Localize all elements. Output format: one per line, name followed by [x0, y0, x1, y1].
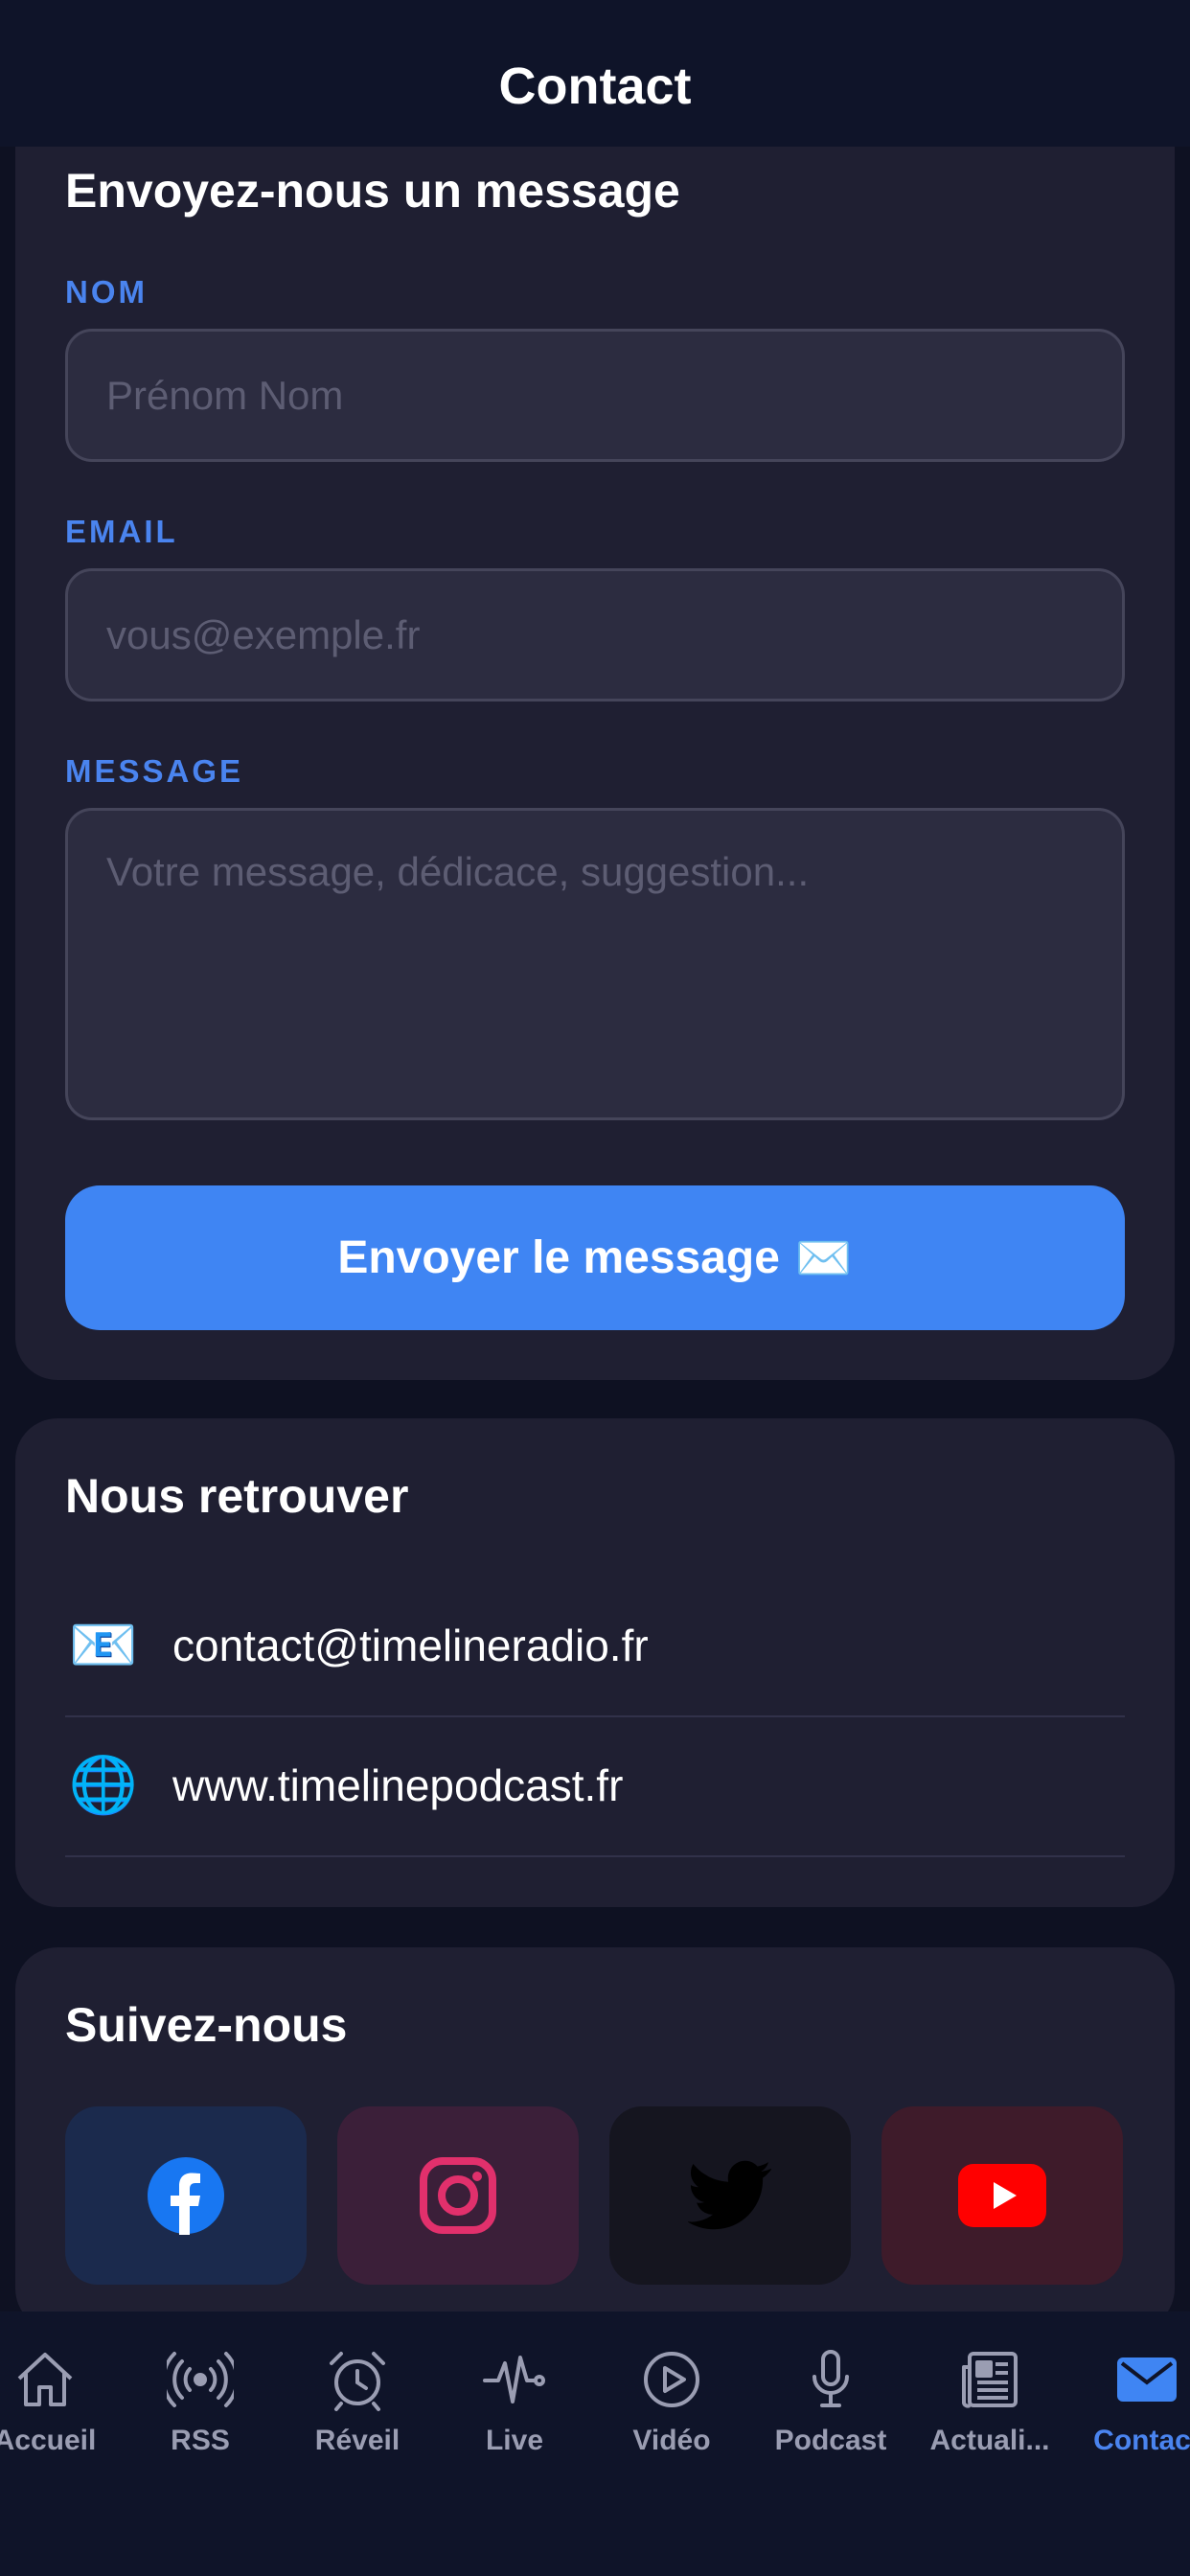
youtube-icon: [958, 2164, 1046, 2227]
contact-website-text: www.timelinepodcast.fr: [172, 1760, 624, 1810]
tab-rss[interactable]: RSS: [119, 2346, 282, 2480]
twitter-button[interactable]: [609, 2106, 851, 2285]
email-icon: 📧: [68, 1614, 139, 1676]
tab-label: Live: [485, 2425, 544, 2456]
form-title: Envoyez-nous un message: [65, 164, 680, 218]
contact-email-text: contact@timelineradio.fr: [172, 1621, 649, 1670]
find-us-card: Nous retrouver 📧 contact@timelineradio.f…: [15, 1418, 1175, 1907]
message-placeholder: Votre message, dédicace, suggestion...: [106, 849, 810, 894]
globe-icon: 🌐: [68, 1754, 139, 1816]
email-placeholder: vous@exemple.fr: [106, 611, 421, 657]
instagram-button[interactable]: [337, 2106, 579, 2285]
tab-actualites[interactable]: Actuali...: [908, 2346, 1071, 2480]
tab-live[interactable]: Live: [433, 2346, 596, 2480]
facebook-icon: [148, 2157, 224, 2235]
broadcast-icon: [167, 2352, 234, 2407]
name-input[interactable]: Prénom Nom: [65, 329, 1125, 462]
envelope-icon: [1117, 2358, 1177, 2402]
header-bar: Contact: [0, 0, 1190, 147]
website-contact-row[interactable]: 🌐 www.timelinepodcast.fr: [65, 1715, 1125, 1857]
newspaper-icon: [962, 2352, 1018, 2408]
tab-label: Podcast: [774, 2425, 887, 2456]
envelope-emoji-icon: ✉️: [794, 1233, 853, 1284]
send-button-label: Envoyer le message: [337, 1232, 780, 1283]
tab-label: Vidéo: [632, 2425, 711, 2456]
email-contact-row[interactable]: 📧 contact@timelineradio.fr: [65, 1576, 1125, 1717]
home-icon: [17, 2353, 73, 2406]
pulse-icon: [483, 2356, 545, 2404]
tab-label: RSS: [171, 2425, 230, 2456]
follow-us-card: Suivez-nous: [15, 1947, 1175, 2331]
youtube-button[interactable]: [881, 2106, 1123, 2285]
name-label: NOM: [65, 274, 148, 310]
tab-accueil[interactable]: Accueil: [0, 2346, 126, 2480]
facebook-button[interactable]: [65, 2106, 307, 2285]
name-placeholder: Prénom Nom: [106, 372, 344, 418]
bottom-tab-bar: Accueil RSS Réveil Live Vidéo Podcast Ac…: [0, 2312, 1190, 2576]
tab-contact[interactable]: Contact: [1065, 2346, 1190, 2480]
email-label: EMAIL: [65, 514, 178, 549]
send-message-button[interactable]: Envoyer le message ✉️: [65, 1185, 1125, 1330]
tab-video[interactable]: Vidéo: [590, 2346, 753, 2480]
tab-label: Réveil: [314, 2425, 400, 2456]
tab-label: Actuali...: [929, 2425, 1050, 2456]
tab-podcast[interactable]: Podcast: [749, 2346, 912, 2480]
follow-us-title: Suivez-nous: [65, 1998, 348, 2052]
tab-label: Accueil: [0, 2425, 97, 2456]
message-form-card: Envoyez-nous un message NOM Prénom Nom E…: [15, 105, 1175, 1380]
twitter-icon: [688, 2160, 772, 2230]
email-input[interactable]: vous@exemple.fr: [65, 568, 1125, 702]
play-icon: [644, 2352, 699, 2407]
find-us-title: Nous retrouver: [65, 1469, 409, 1523]
message-label: MESSAGE: [65, 753, 244, 789]
message-textarea[interactable]: Votre message, dédicace, suggestion...: [65, 808, 1125, 1120]
tab-reveil[interactable]: Réveil: [276, 2346, 439, 2480]
page-title: Contact: [498, 57, 692, 115]
alarm-icon: [330, 2352, 385, 2411]
instagram-icon: [420, 2157, 496, 2234]
tab-label: Contact: [1093, 2425, 1190, 2456]
microphone-icon: [812, 2350, 849, 2407]
